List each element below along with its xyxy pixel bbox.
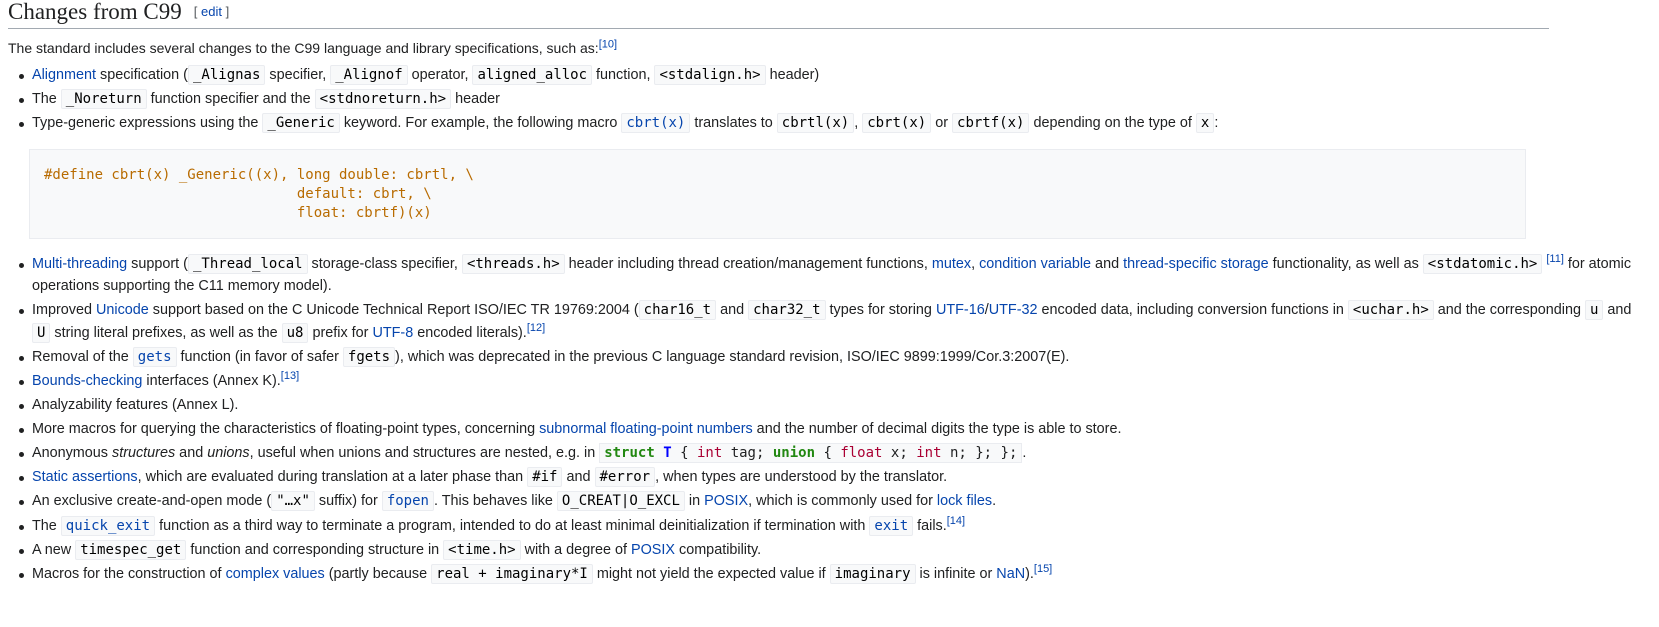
fopen-link[interactable]: fopen (381, 491, 434, 512)
inline-code: imaginary (829, 563, 916, 584)
list-item: Type-generic expressions using the _Gene… (19, 112, 1651, 135)
inline-code: <threads.h> (461, 253, 565, 274)
inline-code: char16_t (638, 300, 717, 321)
section-heading: Changes from C99 [ edit ] (8, 0, 1549, 29)
inline-code-struct: struct T { int tag; union { float x; int… (599, 443, 1023, 464)
list-item: Static assertions, which are evaluated d… (19, 466, 1651, 489)
list-item: Removal of the gets function (in favor o… (19, 346, 1651, 369)
list-item: The _Noreturn function specifier and the… (19, 88, 1651, 111)
inline-code: u (1584, 300, 1604, 321)
ref-link[interactable]: [14] (947, 515, 965, 527)
inline-code: u8 (281, 322, 309, 343)
list-item: Improved Unicode support based on the C … (19, 299, 1651, 344)
exit-link[interactable]: exit (869, 515, 914, 536)
static-assertions-link[interactable]: Static assertions (32, 469, 138, 485)
ref-link[interactable]: [13] (281, 370, 299, 382)
ref-link[interactable]: [12] (527, 322, 545, 334)
changes-list-1: Alignment specification (_Alignas specif… (8, 64, 1651, 135)
inline-code: U (32, 322, 51, 343)
list-item: Anonymous structures and unions, useful … (19, 442, 1651, 465)
multithreading-link[interactable]: Multi-threading (32, 256, 127, 272)
bounds-checking-link[interactable]: Bounds-checking (32, 373, 142, 389)
alignment-link[interactable]: Alignment (32, 67, 96, 83)
inline-code: cbrtl(x) (776, 113, 855, 134)
inline-code: <time.h> (443, 539, 521, 560)
gets-link[interactable]: gets (132, 346, 177, 367)
nan-link[interactable]: NaN (996, 566, 1025, 582)
ref-link[interactable]: [11] (1546, 253, 1564, 265)
list-item: Analyzability features (Annex L). (19, 394, 1651, 417)
intro-paragraph: The standard includes several changes to… (8, 38, 618, 56)
posix-link[interactable]: POSIX (704, 493, 748, 509)
ref-link[interactable]: [15] (1034, 563, 1052, 575)
article-section: Changes from C99 [ edit ] The standard in… (0, 0, 1659, 585)
lock-files-link[interactable]: lock files (937, 493, 992, 509)
utf8-link[interactable]: UTF-8 (372, 325, 413, 341)
inline-code: <stdalign.h> (654, 65, 766, 85)
inline-code: x (1195, 113, 1215, 134)
thread-specific-storage-link[interactable]: thread-specific storage (1123, 256, 1269, 272)
utf16-link[interactable]: UTF-16 (936, 302, 985, 318)
edit-section: [ edit ] (193, 4, 230, 19)
edit-link[interactable]: edit (201, 4, 222, 19)
inline-code: O_CREAT|O_EXCL (556, 491, 685, 512)
ref-link[interactable]: [10] (599, 38, 617, 50)
changes-list-2: Multi-threading support (_Thread_local s… (8, 253, 1651, 586)
inline-code: _Thread_local (187, 253, 308, 274)
code-block: #define cbrt(x) _Generic((x), long doubl… (29, 148, 1526, 239)
list-item: A new timespec_get function and correspo… (19, 539, 1651, 562)
inline-code: "…x" (271, 491, 315, 512)
quick-exit-link[interactable]: quick_exit (60, 515, 156, 536)
inline-code: cbrtf(x) (952, 113, 1030, 134)
cbrt-link[interactable]: cbrt(x) (621, 113, 691, 134)
inline-code: aligned_alloc (472, 65, 593, 85)
inline-code: timespec_get (75, 539, 187, 560)
inline-code: real + imaginary*I (431, 563, 593, 584)
inline-code: <stdatomic.h> (1422, 253, 1543, 274)
list-item: Macros for the construction of complex v… (19, 563, 1651, 586)
inline-code: #if (527, 467, 563, 488)
inline-code: cbrt(x) (862, 113, 932, 134)
inline-code: fgets (342, 346, 396, 367)
complex-values-link[interactable]: complex values (226, 566, 325, 582)
list-item: Bounds-checking interfaces (Annex K).[13… (19, 370, 1651, 393)
inline-code: #error (594, 467, 656, 488)
unicode-link[interactable]: Unicode (96, 302, 149, 318)
mutex-link[interactable]: mutex (932, 256, 971, 272)
condition-variable-link[interactable]: condition variable (979, 256, 1091, 272)
inline-code: _Alignas (187, 65, 266, 85)
inline-code: <uchar.h> (1347, 300, 1434, 321)
list-item: Multi-threading support (_Thread_local s… (19, 253, 1651, 298)
list-item: An exclusive create-and-open mode ("…x" … (19, 490, 1651, 513)
inline-code: _Generic (262, 113, 340, 134)
utf32-link[interactable]: UTF-32 (989, 302, 1038, 318)
inline-code: _Noreturn (60, 89, 147, 110)
inline-code: <stdnoreturn.h> (314, 89, 452, 110)
list-item: Alignment specification (_Alignas specif… (19, 64, 1651, 87)
inline-code: _Alignof (330, 65, 408, 85)
list-item: The quick_exit function as a third way t… (19, 515, 1651, 538)
heading-title: Changes from C99 (8, 0, 182, 24)
subnormal-link[interactable]: subnormal floating-point numbers (539, 421, 753, 437)
list-item: More macros for querying the characteris… (19, 418, 1651, 441)
inline-code: char32_t (748, 300, 826, 321)
posix-link[interactable]: POSIX (631, 542, 675, 558)
